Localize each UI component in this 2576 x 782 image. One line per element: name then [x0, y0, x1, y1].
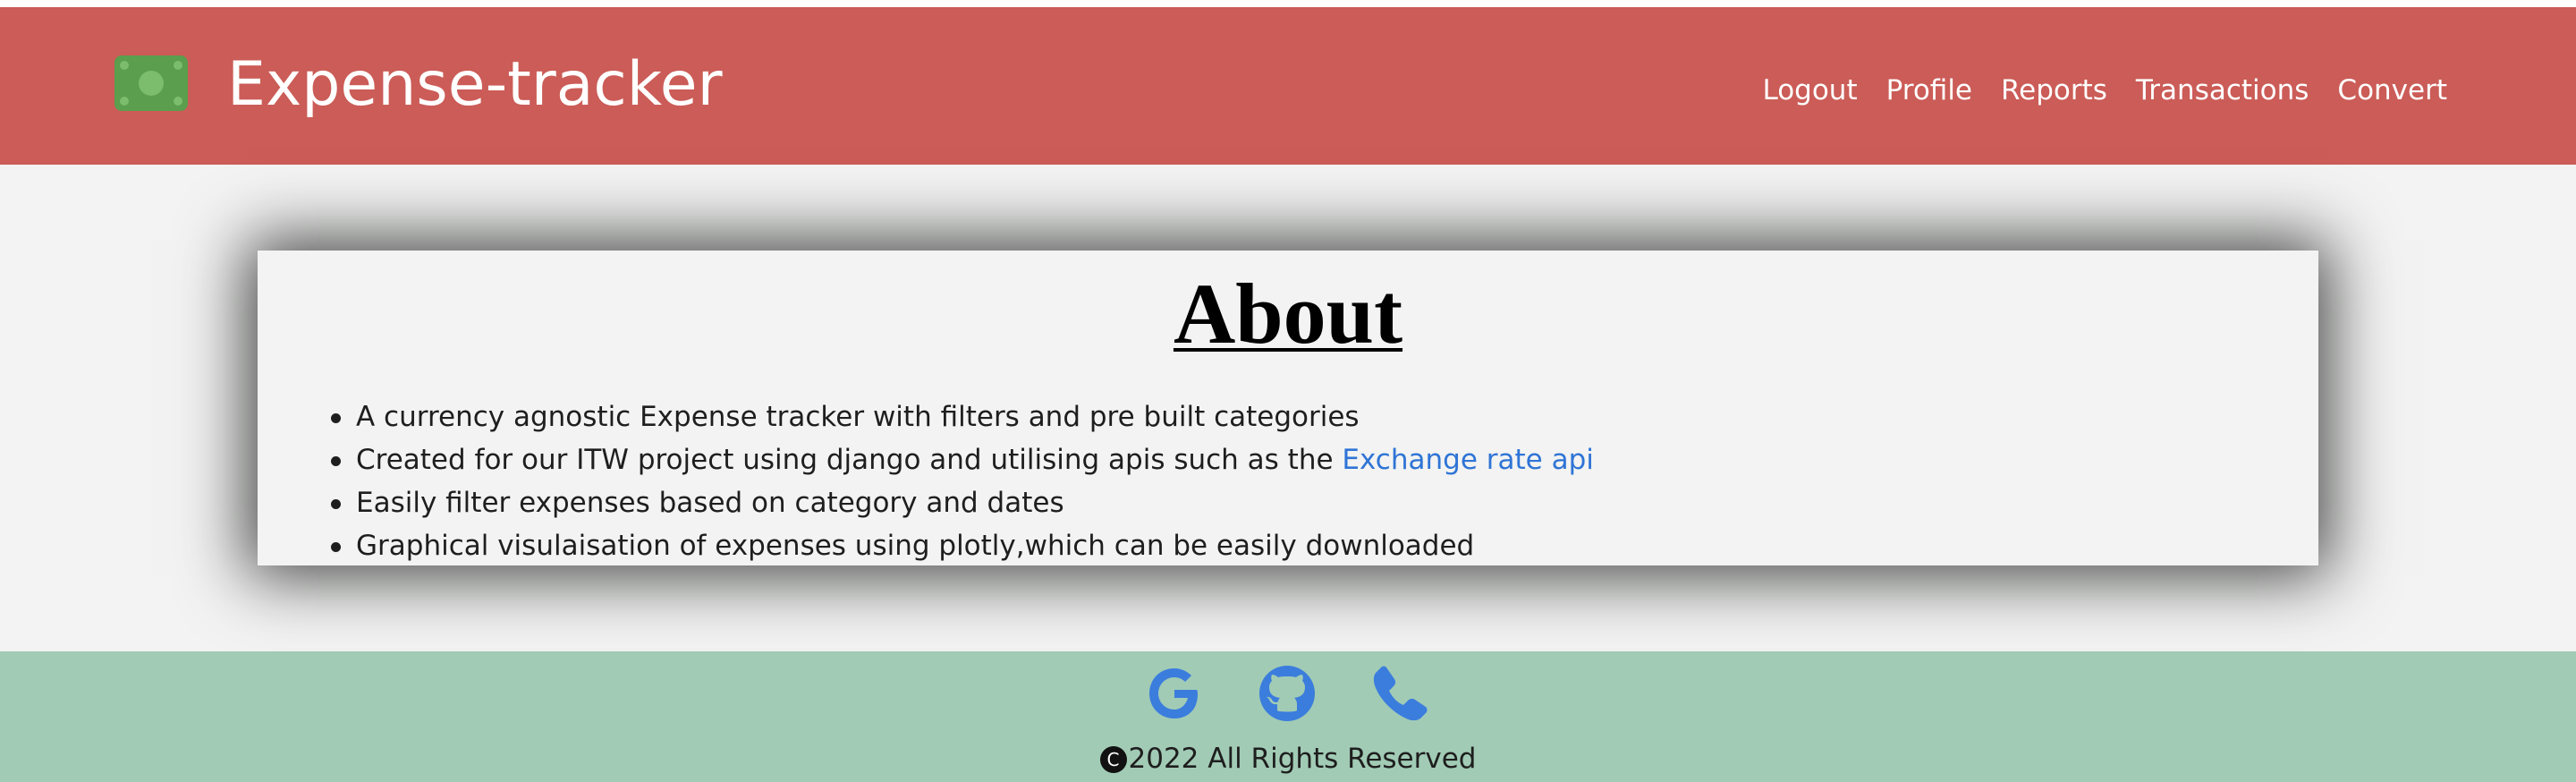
github-icon[interactable]: [1258, 664, 1317, 723]
about-card: About A currency agnostic Expense tracke…: [258, 251, 2318, 565]
nav-logout-link[interactable]: Logout: [1762, 68, 1857, 113]
copyright-icon: C: [1099, 746, 1127, 773]
navbar: Expense-tracker Logout Profile Reports T…: [0, 7, 2576, 165]
footer-icons: [1145, 664, 1429, 723]
about-item-text: Created for our ITW project using django…: [356, 444, 1343, 476]
about-item: A currency agnostic Expense tracker with…: [331, 395, 1594, 438]
brand-title[interactable]: Expense-tracker: [227, 45, 723, 125]
copyright-text: 2022 All Rights Reserved: [1128, 743, 1477, 775]
phone-icon[interactable]: [1370, 664, 1429, 723]
about-item-text: Graphical visulaisation of expenses usin…: [356, 530, 1475, 562]
nav-convert-link[interactable]: Convert: [2337, 68, 2447, 113]
footer: C 2022 All Rights Reserved: [0, 651, 2576, 782]
bullet: [331, 499, 341, 509]
about-list: A currency agnostic Expense tracker with…: [331, 395, 1594, 567]
google-icon[interactable]: [1145, 664, 1204, 723]
about-item-text: Easily filter expenses based on category…: [356, 487, 1064, 519]
nav-menu: Logout Profile Reports Transactions Conv…: [1762, 68, 2447, 113]
top-strip: [0, 0, 2576, 7]
nav-reports-link[interactable]: Reports: [2001, 68, 2107, 113]
nav-profile-link[interactable]: Profile: [1886, 68, 1972, 113]
about-item-text: A currency agnostic Expense tracker with…: [356, 401, 1360, 433]
money-bill-icon: [114, 55, 188, 111]
about-item: Graphical visulaisation of expenses usin…: [331, 524, 1594, 567]
bullet: [331, 542, 341, 552]
bullet: [331, 413, 341, 423]
bullet: [331, 456, 341, 466]
about-item: Created for our ITW project using django…: [331, 438, 1594, 481]
about-title: About: [1173, 266, 1403, 361]
exchange-rate-api-link[interactable]: Exchange rate api: [1342, 444, 1593, 476]
about-item: Easily filter expenses based on category…: [331, 481, 1594, 524]
nav-transactions-link[interactable]: Transactions: [2136, 68, 2309, 113]
copyright: C 2022 All Rights Reserved: [0, 741, 2576, 777]
